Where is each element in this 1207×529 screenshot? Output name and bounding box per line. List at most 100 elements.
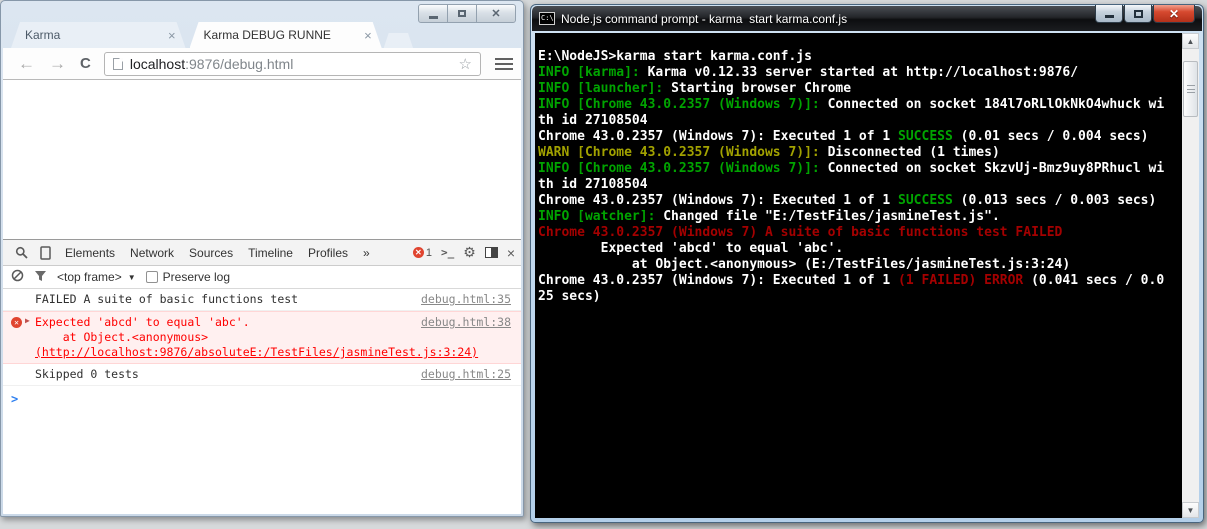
terminal-window-controls: ✕: [1095, 5, 1195, 23]
restore-button[interactable]: [448, 5, 477, 22]
terminal-body: E:\NodeJS>karma start karma.conf.js INFO …: [535, 33, 1199, 518]
page-icon: [112, 57, 123, 70]
devtools-toolbar-right: ✕ 1 >_ ⚙ ×: [412, 244, 515, 261]
console-message-text: at Object.<anonymous>: [35, 330, 209, 344]
console-message-text: Skipped 0 tests: [35, 367, 139, 381]
devtools-tab-timeline[interactable]: Timeline: [248, 246, 293, 260]
error-icon: ✕: [11, 317, 22, 328]
source-location-link[interactable]: debug.html:35: [421, 292, 511, 306]
error-count-badge[interactable]: ✕ 1: [412, 247, 432, 259]
console-row: FAILED A suite of basic functions test de…: [3, 289, 521, 311]
console-message-text: FAILED A suite of basic functions test: [35, 292, 299, 306]
terminal-line: INFO [Chrome 43.0.2357 (Windows 7)]: Con…: [538, 97, 1165, 112]
new-tab-button[interactable]: [384, 33, 413, 48]
terminal-line: INFO [Chrome 43.0.2357 (Windows 7)]: Con…: [538, 161, 1165, 176]
settings-gear-icon[interactable]: ⚙: [463, 244, 476, 261]
filter-funnel-icon[interactable]: [34, 270, 47, 285]
terminal-scrollbar[interactable]: ▲ ▼: [1182, 33, 1199, 518]
terminal-line: Chrome 43.0.2357 (Windows 7) A suite of …: [538, 225, 1063, 240]
expand-triangle-icon[interactable]: ▶: [25, 316, 30, 325]
source-location-link[interactable]: debug.html:38: [421, 315, 511, 329]
tab-title: Karma DEBUG RUNNE: [203, 28, 331, 42]
devtools-tab-[interactable]: »: [363, 246, 370, 260]
browser-inner: ← → C localhost:9876/debug.html ☆ Elemen…: [3, 48, 521, 514]
tab-title: Karma: [25, 28, 61, 42]
preserve-log-checkbox[interactable]: [145, 271, 158, 283]
terminal-line: E:\NodeJS>karma start karma.conf.js: [538, 49, 812, 64]
error-icon: ✕: [412, 247, 424, 258]
tab-karma-debug-runner[interactable]: Karma DEBUG RUNNE ×: [190, 22, 382, 48]
close-icon: ✕: [1168, 6, 1180, 21]
terminal-line: 25 secs): [538, 289, 601, 304]
back-button[interactable]: ←: [18, 55, 35, 72]
page-content: [3, 80, 521, 238]
url-text[interactable]: localhost:9876/debug.html: [130, 56, 453, 72]
tab-close-icon[interactable]: ×: [168, 29, 176, 42]
terminal-title: Node.js command prompt - karma start kar…: [561, 11, 848, 26]
terminal-window: C:\ Node.js command prompt - karma start…: [530, 4, 1204, 523]
minimize-button[interactable]: [1095, 5, 1123, 23]
chrome-menu-icon[interactable]: [495, 57, 513, 70]
reload-button[interactable]: C: [80, 56, 91, 71]
devtools-tab-network[interactable]: Network: [130, 246, 174, 260]
devtools-close-icon[interactable]: ×: [507, 245, 515, 261]
address-bar[interactable]: localhost:9876/debug.html ☆: [103, 51, 481, 76]
terminal-line: th id 27108504: [538, 177, 648, 192]
close-button[interactable]: ✕: [1153, 5, 1195, 23]
devtools-toolbar: Elements Network Sources Timeline Profiles» …: [3, 240, 521, 266]
source-location-link[interactable]: debug.html:25: [421, 367, 511, 381]
tab-close-icon[interactable]: ×: [364, 29, 372, 42]
chevron-down-icon: ▼: [127, 272, 136, 282]
minimize-icon: [1104, 15, 1114, 18]
terminal-line: Chrome 43.0.2357 (Windows 7): Executed 1…: [538, 129, 1149, 144]
forward-button[interactable]: →: [49, 55, 66, 72]
devtools-tab-elements[interactable]: Elements: [65, 246, 115, 260]
console-drawer-icon[interactable]: >_: [441, 246, 454, 259]
console-row: ✕ ▶ Expected 'abcd' to equal 'abc'. at Obj…: [3, 311, 521, 364]
devtools-tab-profiles[interactable]: Profiles: [308, 246, 348, 260]
terminal-line: Expected 'abcd' to equal 'abc'.: [538, 241, 844, 256]
terminal-line: WARN [Chrome 43.0.2357 (Windows 7)]: Dis…: [538, 145, 1000, 160]
command-prompt-icon: C:\: [539, 12, 555, 25]
console-prompt-chevron-icon: >: [11, 392, 19, 406]
restore-icon: [1133, 9, 1143, 18]
close-icon: ✕: [491, 8, 501, 20]
console-messages: FAILED A suite of basic functions test de…: [3, 289, 521, 386]
console-prompt[interactable]: >: [3, 386, 521, 412]
scrollbar-grip-icon: [1186, 85, 1195, 93]
dock-side-icon[interactable]: [484, 247, 498, 258]
terminal-output: E:\NodeJS>karma start karma.conf.js INFO …: [535, 33, 1182, 518]
browser-window: ✕ Karma × Karma DEBUG RUNNE × ← → C loca…: [0, 0, 524, 517]
console-message-text: Expected 'abcd' to equal 'abc'.: [35, 315, 250, 329]
tab-karma[interactable]: Karma ×: [11, 22, 186, 48]
terminal-line: at Object.<anonymous> (E:/TestFiles/jasm…: [538, 257, 1071, 272]
scroll-down-icon[interactable]: ▼: [1182, 502, 1199, 518]
terminal-line: th id 27108504: [538, 113, 648, 128]
scrollbar-thumb[interactable]: [1183, 61, 1198, 117]
devtools-panel: Elements Network Sources Timeline Profiles» …: [3, 239, 521, 514]
minimize-button[interactable]: [419, 5, 448, 22]
clear-console-icon[interactable]: [11, 269, 24, 285]
console-filter-bar: <top frame> ▼ Preserve log: [3, 266, 521, 289]
restore-icon: [458, 10, 466, 17]
device-mode-icon[interactable]: [40, 245, 51, 260]
minimize-icon: [428, 15, 438, 19]
close-button[interactable]: ✕: [477, 5, 515, 22]
terminal-line: INFO [karma]: Karma v0.12.33 server star…: [538, 65, 1079, 80]
frame-selector[interactable]: <top frame> ▼: [57, 270, 136, 284]
terminal-line: Chrome 43.0.2357 (Windows 7): Executed 1…: [538, 193, 1157, 208]
console-row: Skipped 0 tests debug.html:25: [3, 364, 521, 386]
tab-strip: Karma × Karma DEBUG RUNNE ×: [11, 22, 413, 48]
inspect-element-icon[interactable]: [15, 246, 28, 259]
devtools-panel-tabs: Elements Network Sources Timeline Profiles »: [65, 246, 370, 260]
terminal-line: INFO [watcher]: Changed file "E:/TestFil…: [538, 209, 1000, 224]
console-message-text: (http://localhost:9876/absoluteE:/TestFi…: [35, 345, 479, 359]
browser-toolbar: ← → C localhost:9876/debug.html ☆: [3, 48, 521, 80]
terminal-line: Chrome 43.0.2357 (Windows 7): Executed 1…: [538, 273, 1165, 288]
devtools-tab-sources[interactable]: Sources: [189, 246, 233, 260]
restore-button[interactable]: [1124, 5, 1152, 23]
bookmark-star-icon[interactable]: ☆: [459, 55, 472, 73]
scroll-up-icon[interactable]: ▲: [1182, 33, 1199, 49]
scrollbar-track[interactable]: [1182, 49, 1199, 502]
preserve-log-toggle[interactable]: Preserve log: [145, 270, 230, 284]
